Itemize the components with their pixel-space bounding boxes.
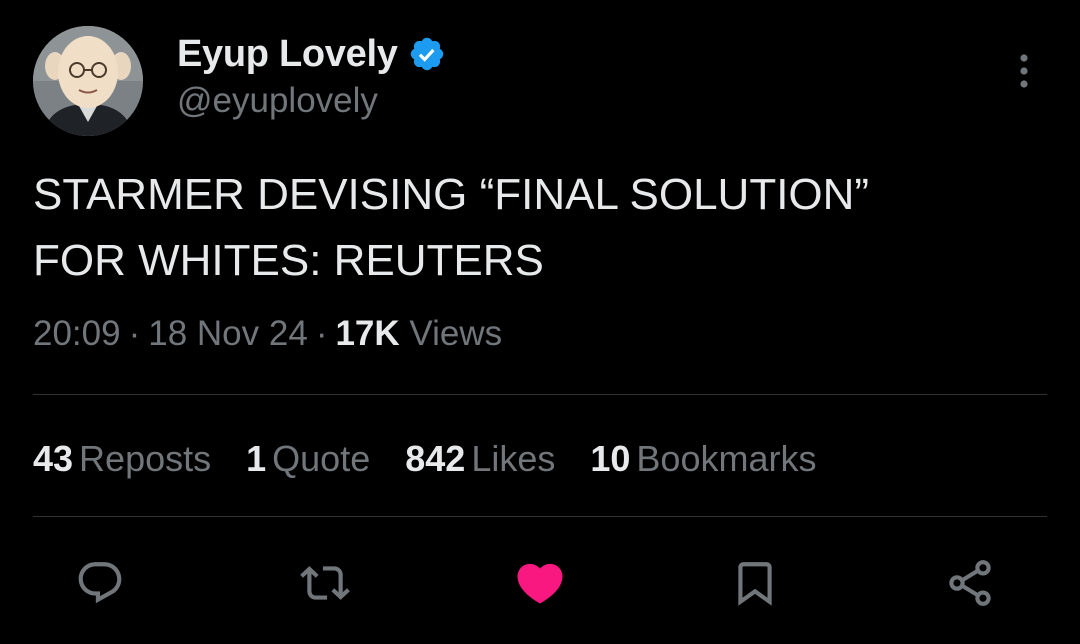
- tweet-date[interactable]: 18 Nov 24: [148, 314, 308, 353]
- like-button[interactable]: [512, 555, 568, 611]
- author-info: Eyup Lovely @eyuplovely: [177, 31, 446, 121]
- like-icon: [517, 563, 563, 604]
- divider: [33, 516, 1047, 517]
- avatar-photo: [33, 26, 143, 136]
- share-icon: [949, 560, 991, 606]
- bookmarks-count: 10: [590, 438, 631, 479]
- repost-icon: [300, 566, 350, 600]
- reposts-count: 43: [33, 438, 74, 479]
- bookmarks-label: Bookmarks: [636, 438, 817, 479]
- likes-label: Likes: [471, 438, 556, 479]
- engagement-stats: 43 Reposts 1 Quote 842 Likes 10 Bookmarks: [33, 438, 851, 480]
- quotes-label: Quote: [272, 438, 371, 479]
- more-vertical-icon: [1020, 54, 1028, 88]
- quotes-count: 1: [246, 438, 267, 479]
- author-display-name[interactable]: Eyup Lovely: [177, 33, 398, 76]
- reposts-stat[interactable]: 43 Reposts: [33, 438, 211, 480]
- author-name-row: Eyup Lovely: [177, 31, 446, 77]
- bookmarks-stat[interactable]: 10 Bookmarks: [590, 438, 816, 480]
- tweet-text: STARMER DEVISING “FINAL SOLUTION” FOR WH…: [33, 162, 1043, 294]
- divider: [33, 394, 1047, 395]
- tweet: Eyup Lovely @eyuplovely STARMER DEVISING…: [0, 0, 1080, 644]
- meta-separator: ·: [315, 314, 328, 353]
- meta-separator: ·: [128, 314, 141, 353]
- repost-button[interactable]: [297, 555, 353, 611]
- reply-icon: [78, 562, 122, 604]
- reposts-label: Reposts: [79, 438, 212, 479]
- views-count: 17K: [335, 314, 400, 353]
- quotes-stat[interactable]: 1 Quote: [246, 438, 370, 480]
- reply-button[interactable]: [72, 555, 128, 611]
- more-options-button[interactable]: [1006, 50, 1042, 92]
- likes-count: 842: [405, 438, 466, 479]
- tweet-time[interactable]: 20:09: [33, 314, 121, 353]
- tweet-meta: 20:09 · 18 Nov 24 · 17K Views: [33, 314, 502, 354]
- verified-badge-icon: [408, 35, 446, 73]
- bookmark-button[interactable]: [727, 555, 783, 611]
- action-bar: [0, 555, 1080, 615]
- bookmark-icon: [738, 562, 772, 606]
- views-label: Views: [409, 314, 503, 353]
- author-handle[interactable]: @eyuplovely: [177, 81, 446, 121]
- share-button[interactable]: [942, 555, 998, 611]
- tweet-text-line-1: STARMER DEVISING “FINAL SOLUTION”: [33, 170, 870, 219]
- likes-stat[interactable]: 842 Likes: [405, 438, 555, 480]
- avatar[interactable]: [33, 26, 143, 136]
- tweet-text-line-2: FOR WHITES: REUTERS: [33, 236, 544, 285]
